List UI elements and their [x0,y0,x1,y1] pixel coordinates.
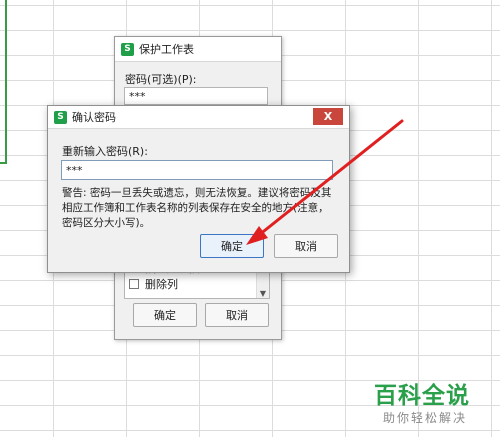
checkbox[interactable] [129,279,139,289]
watermark-title: 百科全说 [374,383,470,409]
reenter-password-label: 重新输入密码(R): [62,145,148,158]
wps-app-icon: S [54,110,67,124]
confirm-password-dialog: S 确认密码 X 重新输入密码(R): *** 警告: 密码一旦丢失或遗忘，则无… [47,105,350,273]
permission-item-label: 删除列 [145,278,178,291]
wps-app-icon: S [121,42,134,56]
protect-cancel-button[interactable]: 取消 [205,303,269,327]
scroll-down-arrow-icon[interactable]: ▼ [260,289,266,298]
protect-sheet-titlebar[interactable]: S 保护工作表 [115,37,281,62]
permission-item-delete-column[interactable]: 删除列 [125,276,269,292]
confirm-password-title: 确认密码 [72,111,116,124]
close-button[interactable]: X [313,108,343,125]
watermark-subtitle: 助你轻松解决 [383,411,468,425]
selected-cell-range [0,0,7,164]
confirm-ok-button[interactable]: 确定 [200,234,264,258]
protect-ok-button[interactable]: 确定 [133,303,197,327]
confirm-cancel-button[interactable]: 取消 [274,234,338,258]
protect-password-input[interactable]: *** [124,87,268,105]
confirm-password-titlebar[interactable]: S 确认密码 X [48,106,349,129]
password-optional-label: 密码(可选)(P): [125,73,197,86]
protect-sheet-title: 保护工作表 [139,43,194,56]
close-icon: X [323,110,333,123]
warning-text: 警告: 密码一旦丢失或遗忘，则无法恢复。建议将密码及其相应工作簿和工作表名称的列… [62,187,332,229]
reenter-password-input[interactable]: *** [61,160,333,180]
